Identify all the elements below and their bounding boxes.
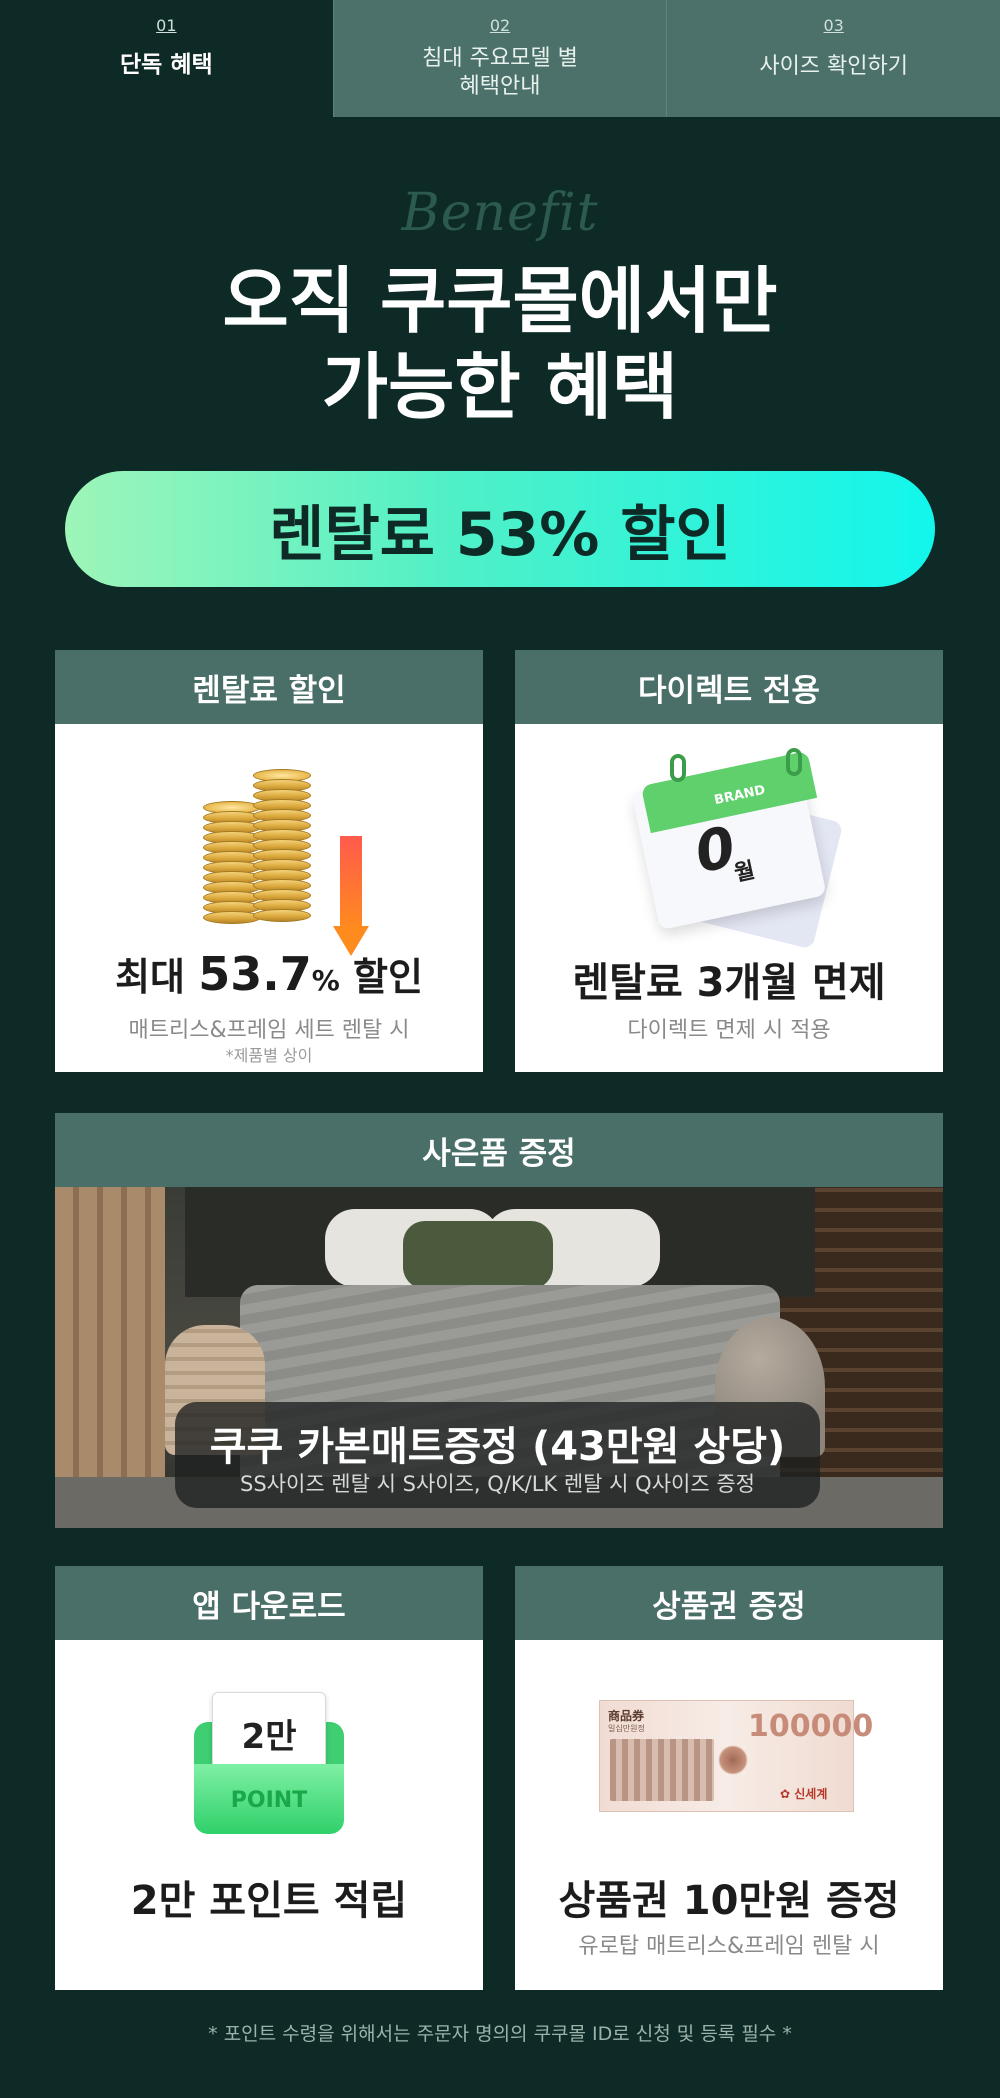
card-header: 렌탈료 할인 xyxy=(55,650,483,724)
tab-model-benefits[interactable]: 02 침대 주요모델 별 혜택안내 xyxy=(332,0,667,117)
card-title: 렌탈료 3개월 면제 xyxy=(572,960,886,1006)
card-header: 상품권 증정 xyxy=(515,1566,943,1640)
card-app-download: 앱 다운로드 2만 POINT 2만 포인트 적립 xyxy=(55,1566,483,1990)
down-arrow-icon xyxy=(340,836,362,928)
card-header: 다이렉트 전용 xyxy=(515,650,943,724)
card-subtitle: 다이렉트 면제 시 적용 xyxy=(627,1018,831,1043)
tab-size-check[interactable]: 03 사이즈 확인하기 xyxy=(666,0,1000,117)
card-title: 최대 53.7% 할인 xyxy=(115,947,423,1001)
card-direct-only: 다이렉트 전용 BRAND 0 월 렌탈료 3개월 면제 다이렉트 면제 시 적… xyxy=(515,650,943,1072)
tab-label: 침대 주요모델 별 혜택안내 xyxy=(422,46,578,99)
gift-subtitle: SS사이즈 렌탈 시 S사이즈, Q/K/LK 렌탈 시 Q사이즈 증정 xyxy=(240,1472,755,1496)
seal-icon xyxy=(718,1745,748,1775)
card-title: 2만 포인트 적립 xyxy=(130,1878,408,1924)
footer-note: * 포인트 수령을 위해서는 주문자 명의의 쿠쿠몰 ID로 신청 및 등록 필… xyxy=(208,2023,792,2045)
coin-stack-icon xyxy=(253,769,311,922)
discount-pill: 렌탈료 53% 할인 xyxy=(65,471,935,587)
card-body: 2만 POINT 2만 포인트 적립 xyxy=(55,1640,483,1990)
tab-number: 01 xyxy=(156,16,177,35)
tab-number: 03 xyxy=(823,16,844,35)
point-envelope-icon: 2만 POINT xyxy=(194,1692,344,1834)
calendar-icon: BRAND 0 월 xyxy=(630,748,844,950)
card-body: 최대 53.7% 할인 매트리스&프레임 세트 렌탈 시 *제품별 상이 xyxy=(55,724,483,1072)
gift-title: 쿠쿠 카본매트증정 (43만원 상당) xyxy=(209,1424,786,1470)
card-subtitle: 유로탑 매트리스&프레임 렌탈 시 xyxy=(578,1934,880,1959)
card-header: 사은품 증정 xyxy=(55,1113,943,1187)
tab-label: 사이즈 확인하기 xyxy=(759,54,909,79)
discount-pill-label: 렌탈료 53% 할인 xyxy=(269,499,731,570)
building-illustration xyxy=(610,1739,714,1801)
card-title: 상품권 10만원 증정 xyxy=(558,1878,900,1924)
headline-line-2: 가능한 혜택 xyxy=(321,345,679,429)
tab-number: 02 xyxy=(489,16,511,35)
page-headline: 오직 쿠쿠몰에서만 가능한 혜택 xyxy=(0,258,1000,430)
gift-voucher-image: 商品券 일십만원정 100000 ✿ 신세계 xyxy=(599,1700,873,1812)
card-note: *제품별 상이 xyxy=(225,1046,313,1065)
bedroom-photo: 쿠쿠 카본매트증정 (43만원 상당) SS사이즈 렌탈 시 S사이즈, Q/K… xyxy=(55,1187,943,1528)
headline-line-1: 오직 쿠쿠몰에서만 xyxy=(222,259,778,343)
card-subtitle: 매트리스&프레임 세트 렌탈 시 xyxy=(128,1018,410,1043)
benefit-script-word: Benefit xyxy=(401,183,599,243)
card-rental-discount: 렌탈료 할인 최대 53.7% 할인 매트리스&프레임 세트 렌탈 시 *제품별… xyxy=(55,650,483,1072)
tab-exclusive-benefit[interactable]: 01 단독 혜택 xyxy=(0,0,333,117)
benefit-tabs: 01 단독 혜택 02 침대 주요모델 별 혜택안내 03 사이즈 확인하기 xyxy=(0,0,1000,117)
card-header: 앱 다운로드 xyxy=(55,1566,483,1640)
card-body: 상품권 10만원 증정 유로탑 매트리스&프레임 렌탈 시 xyxy=(515,1640,943,1990)
card-body: BRAND 0 월 렌탈료 3개월 면제 다이렉트 면제 시 적용 xyxy=(515,724,943,1072)
photo-caption: 쿠쿠 카본매트증정 (43만원 상당) SS사이즈 렌탈 시 S사이즈, Q/K… xyxy=(175,1402,820,1508)
tab-label: 단독 혜택 xyxy=(120,52,213,78)
